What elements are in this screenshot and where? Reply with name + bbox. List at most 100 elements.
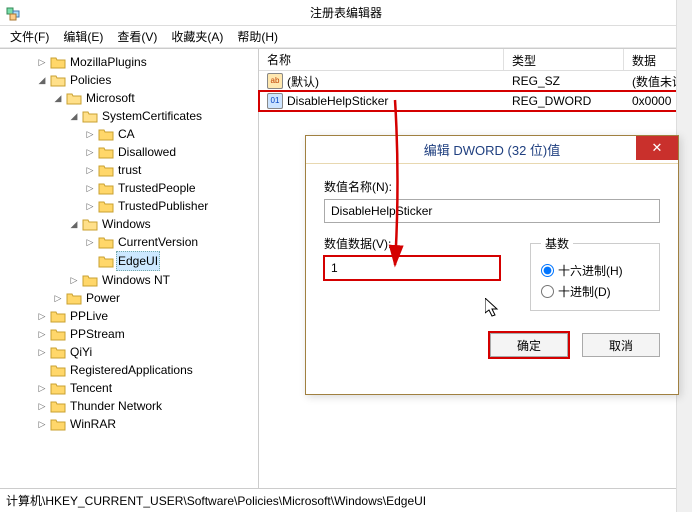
value-data-input[interactable]	[324, 256, 500, 280]
tree-item-thunder-network[interactable]: ▷Thunder Network	[36, 397, 258, 415]
binary-value-icon: 01	[267, 93, 283, 109]
tree-item-pplive[interactable]: ▷ PPLive	[36, 307, 258, 325]
tree-item-registeredapplications[interactable]: RegisteredApplications	[36, 361, 258, 379]
expander-icon[interactable]: ◢	[68, 107, 80, 125]
expander-icon[interactable]: ◢	[36, 71, 48, 89]
folder-icon	[50, 327, 66, 341]
tree-item-qiyi[interactable]: ▷QiYi	[36, 343, 258, 361]
tree-label: SystemCertificates	[100, 107, 204, 125]
folder-icon	[98, 199, 114, 213]
col-header-name[interactable]: 名称	[259, 49, 504, 70]
expander-icon[interactable]: ◢	[68, 215, 80, 233]
folder-icon	[98, 127, 114, 141]
value-name-input[interactable]	[324, 199, 660, 223]
tree-item-windows-nt[interactable]: ▷ Windows NT	[68, 271, 258, 289]
folder-icon	[98, 181, 114, 195]
tree-item-ca[interactable]: ▷CA	[84, 125, 258, 143]
tree-item-winrar[interactable]: ▷ WinRAR	[36, 415, 258, 433]
tree-item-power[interactable]: ▷ Power	[52, 289, 258, 307]
menu-bar: 文件(F) 编辑(E) 查看(V) 收藏夹(A) 帮助(H)	[0, 26, 692, 48]
expander-icon[interactable]: ▷	[84, 161, 96, 179]
tree-item-policies[interactable]: ◢ Policies	[36, 71, 258, 89]
expander-icon[interactable]: ▷	[36, 53, 48, 71]
tree-item-tencent[interactable]: ▷Tencent	[36, 379, 258, 397]
menu-help[interactable]: 帮助(H)	[237, 28, 278, 45]
tree-label: RegisteredApplications	[68, 361, 195, 379]
tree-label: EdgeUI	[116, 251, 160, 271]
tree-item-trustedpublisher[interactable]: ▷ TrustedPublisher	[84, 197, 258, 215]
menu-view[interactable]: 查看(V)	[117, 28, 157, 45]
tree-item-disallowed[interactable]: ▷Disallowed	[84, 143, 258, 161]
value-name-label: 数值名称(N):	[324, 178, 660, 195]
tree-item-currentversion[interactable]: ▷ CurrentVersion	[84, 233, 258, 251]
tree-panel[interactable]: ▷MozillaPlugins◢Policies◢Microsoft◢Syste…	[0, 49, 259, 488]
value-type: REG_SZ	[504, 74, 624, 88]
expander-icon[interactable]: ▷	[84, 197, 96, 215]
radio-hex[interactable]	[541, 264, 554, 277]
cancel-button[interactable]: 取消	[582, 333, 660, 357]
folder-icon	[50, 399, 66, 413]
expander-icon[interactable]: ▷	[36, 325, 48, 343]
value-type: REG_DWORD	[504, 94, 624, 108]
tree-label: PPStream	[68, 325, 127, 343]
expander-icon[interactable]: ▷	[84, 179, 96, 197]
tree-item-mozillaplugins[interactable]: ▷MozillaPlugins	[36, 53, 258, 71]
expander-icon[interactable]: ▷	[84, 233, 96, 251]
dialog-title-bar[interactable]: 编辑 DWORD (32 位)值 ✕	[306, 136, 678, 164]
list-row[interactable]: ab(默认)REG_SZ(数值未设	[259, 71, 692, 91]
expander-icon[interactable]: ▷	[84, 125, 96, 143]
folder-icon	[66, 291, 82, 305]
folder-icon	[50, 73, 66, 87]
tree-label: WinRAR	[68, 415, 118, 433]
expander-icon[interactable]: ▷	[68, 271, 80, 289]
tree-item-edgeui[interactable]: EdgeUI	[84, 251, 258, 271]
value-name: DisableHelpSticker	[287, 94, 388, 108]
folder-icon	[82, 217, 98, 231]
col-header-type[interactable]: 类型	[504, 49, 624, 70]
expander-icon[interactable]: ▷	[84, 143, 96, 161]
expander-icon[interactable]: ▷	[36, 397, 48, 415]
tree-label: Power	[84, 289, 122, 307]
menu-edit[interactable]: 编辑(E)	[63, 28, 103, 45]
base-legend: 基数	[541, 235, 573, 252]
tree-label: TrustedPeople	[116, 179, 198, 197]
expander-icon[interactable]: ▷	[36, 307, 48, 325]
tree-label: Windows NT	[100, 271, 172, 289]
ok-button[interactable]: 确定	[490, 333, 568, 357]
tree-item-trustedpeople[interactable]: ▷ TrustedPeople	[84, 179, 258, 197]
tree-item-ppstream[interactable]: ▷ PPStream	[36, 325, 258, 343]
radio-dec[interactable]	[541, 285, 554, 298]
tree-label: trust	[116, 161, 143, 179]
tree-item-trust[interactable]: ▷ trust	[84, 161, 258, 179]
edit-dword-dialog: 编辑 DWORD (32 位)值 ✕ 数值名称(N): 数值数据(V): 基数 …	[305, 135, 679, 395]
folder-icon	[66, 91, 82, 105]
expander-icon[interactable]: ▷	[36, 415, 48, 433]
menu-file[interactable]: 文件(F)	[10, 28, 49, 45]
folder-icon	[98, 163, 114, 177]
folder-icon	[82, 273, 98, 287]
folder-icon	[82, 109, 98, 123]
folder-icon	[50, 55, 66, 69]
tree-label: TrustedPublisher	[116, 197, 210, 215]
radio-hex-label: 十六进制(H)	[558, 262, 623, 279]
expander-icon[interactable]: ▷	[36, 343, 48, 361]
expander-icon[interactable]: ▷	[52, 289, 64, 307]
tree-item-systemcertificates[interactable]: ◢ SystemCertificates	[68, 107, 258, 125]
expander-icon[interactable]: ◢	[52, 89, 64, 107]
tree-label: CurrentVersion	[116, 233, 200, 251]
list-header: 名称 类型 数据	[259, 49, 692, 71]
folder-icon	[50, 381, 66, 395]
value-name: (默认)	[287, 73, 319, 90]
window-title: 注册表编辑器	[310, 4, 382, 21]
tree-label: PPLive	[68, 307, 110, 325]
menu-favorites[interactable]: 收藏夹(A)	[171, 28, 223, 45]
tree-item-windows[interactable]: ◢Windows	[68, 215, 258, 233]
list-row[interactable]: 01DisableHelpStickerREG_DWORD0x0000	[259, 91, 692, 111]
tree-label: Policies	[68, 71, 113, 89]
close-icon[interactable]: ✕	[636, 136, 678, 160]
tree-label: Microsoft	[84, 89, 137, 107]
dialog-title: 编辑 DWORD (32 位)值	[424, 140, 561, 159]
tree-item-microsoft[interactable]: ◢ Microsoft	[52, 89, 258, 107]
status-path: 计算机\HKEY_CURRENT_USER\Software\Policies\…	[6, 494, 426, 508]
expander-icon[interactable]: ▷	[36, 379, 48, 397]
